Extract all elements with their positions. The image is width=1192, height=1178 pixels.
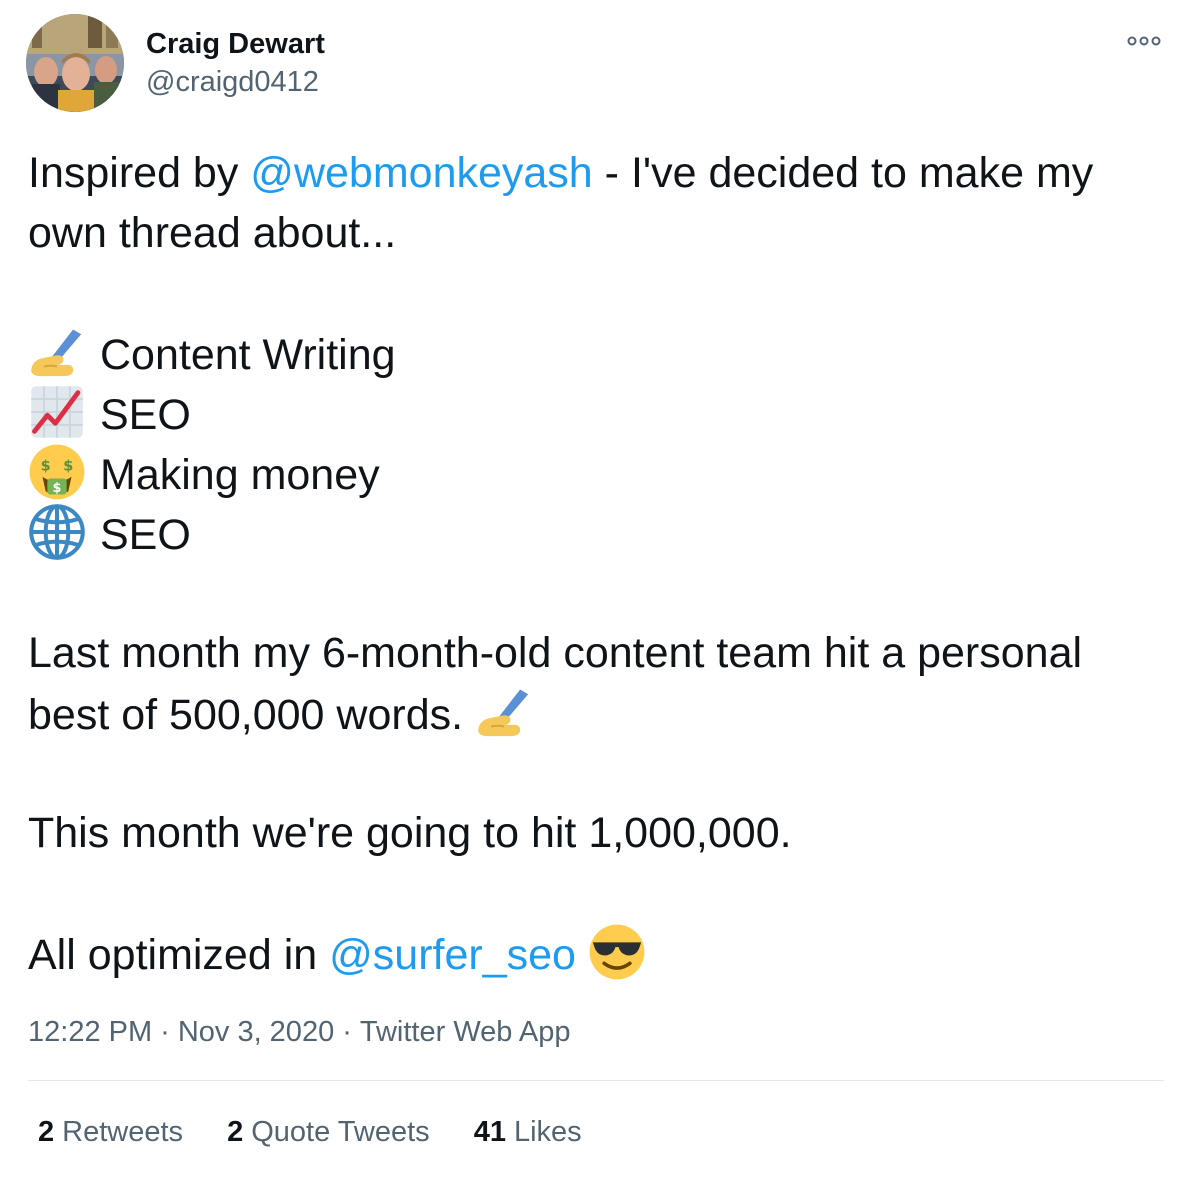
retweets-label: Retweets <box>62 1116 184 1148</box>
tweet-line: Last month my 6-month-old content team h… <box>28 623 1168 683</box>
more-dots-icon <box>1127 36 1161 46</box>
text-segment: best of 500,000 words. <box>28 691 464 739</box>
topic-item: $ $ $ Making money <box>28 443 1168 503</box>
tweet-meta: 12:22 PM · Nov 3, 2020 · Twitter Web App <box>28 1012 571 1052</box>
topic-label: SEO <box>100 391 191 439</box>
quote-tweets-stat[interactable]: 2 Quote Tweets <box>227 1112 430 1152</box>
tweet-line: best of 500,000 words. <box>28 683 1168 743</box>
text-segment: - I've decided to make my <box>592 149 1094 197</box>
svg-text:$: $ <box>63 458 73 474</box>
topic-item: SEO <box>28 383 1168 443</box>
author-handle[interactable]: @craigd0412 <box>146 64 319 100</box>
text-segment: All optimized in <box>28 931 330 979</box>
tweet-text: Inspired by @webmonkeyash - I've decided… <box>28 143 1168 983</box>
likes-stat[interactable]: 41 Likes <box>474 1112 582 1152</box>
quote-tweets-count: 2 <box>227 1116 244 1148</box>
avatar-photo <box>26 14 124 112</box>
svg-text:$: $ <box>41 458 51 474</box>
writing-hand-icon <box>28 323 86 381</box>
text-segment: own thread about... <box>28 209 397 257</box>
text-segment: Last month my 6-month-old content team h… <box>28 629 1083 677</box>
tweet-date[interactable]: Nov 3, 2020 <box>178 1016 334 1048</box>
tweet-line: This month we're going to hit 1,000,000. <box>28 803 1168 863</box>
more-options-button[interactable] <box>1122 26 1166 56</box>
tweet-line: own thread about... <box>28 203 1168 263</box>
tweet-time[interactable]: 12:22 PM <box>28 1016 152 1048</box>
retweets-stat[interactable]: 2 Retweets <box>38 1112 183 1152</box>
mention-link[interactable]: @surfer_seo <box>329 931 576 979</box>
tweet-source[interactable]: Twitter Web App <box>360 1016 571 1048</box>
tweet-line: All optimized in @surfer_seo <box>28 923 1168 983</box>
meta-separator: · <box>342 1016 352 1048</box>
topic-item: Content Writing <box>28 323 1168 383</box>
author-display-name[interactable]: Craig Dewart <box>146 26 325 62</box>
likes-count: 41 <box>473 1116 506 1148</box>
topic-item: SEO <box>28 503 1168 563</box>
writing-hand-icon <box>475 683 533 741</box>
avatar[interactable] <box>26 14 124 112</box>
tweet-line: Inspired by @webmonkeyash - I've decided… <box>28 143 1168 203</box>
meta-separator: · <box>160 1016 170 1048</box>
retweets-count: 2 <box>38 1116 55 1148</box>
text-segment: This month we're going to hit 1,000,000. <box>28 809 792 857</box>
divider <box>28 1080 1164 1081</box>
quote-tweets-label: Quote Tweets <box>251 1116 430 1148</box>
chart-increasing-icon <box>28 383 86 441</box>
mention-link[interactable]: @webmonkeyash <box>250 149 592 197</box>
tweet-stats: 2 Retweets 2 Quote Tweets 41 Likes <box>38 1112 582 1152</box>
money-mouth-face-icon: $ $ $ <box>28 443 86 501</box>
topic-label: SEO <box>100 511 191 559</box>
globe-meridians-icon <box>28 503 86 561</box>
topic-label: Making money <box>100 451 380 499</box>
topic-label: Content Writing <box>100 331 396 379</box>
tweet: Craig Dewart @craigd0412 Inspired by @we… <box>0 0 1192 1178</box>
smiling-face-with-sunglasses-icon <box>588 923 646 981</box>
likes-label: Likes <box>513 1116 582 1148</box>
text-segment: Inspired by <box>28 149 251 197</box>
svg-text:$: $ <box>53 481 62 496</box>
